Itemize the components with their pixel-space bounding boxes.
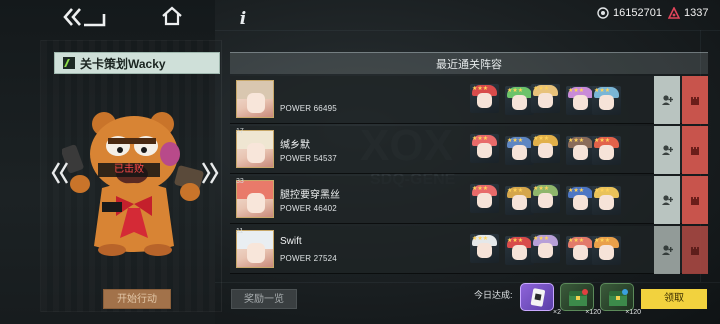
team-unit-portrait: ★★★ bbox=[470, 84, 499, 113]
double-chevron-left-icon bbox=[63, 8, 106, 27]
defeated-status: 已击败 bbox=[98, 163, 160, 177]
team-lineup: ★★★ ★★★ ★★★ ★★★ ★★★ bbox=[470, 128, 650, 172]
home-icon bbox=[162, 6, 182, 26]
team-unit-portrait: ★★★ bbox=[566, 136, 595, 165]
double-chevron-right-icon bbox=[201, 162, 219, 184]
info-button[interactable]: i bbox=[236, 10, 250, 28]
team-unit-portrait: ★★★ bbox=[592, 236, 621, 265]
add-friend-button[interactable] bbox=[654, 76, 680, 124]
daily-reward-count: ×120 bbox=[585, 309, 601, 316]
team-unit-portrait: ★★★ bbox=[505, 136, 534, 165]
add-user-icon bbox=[662, 145, 673, 155]
team-unit-portrait: ★★★ bbox=[470, 234, 499, 263]
team-unit-portrait: ★★★ bbox=[566, 86, 595, 115]
add-friend-button[interactable] bbox=[654, 226, 680, 274]
add-user-icon bbox=[662, 195, 673, 205]
player-name: 缄乡默 bbox=[280, 140, 310, 151]
prev-boss-button[interactable] bbox=[50, 160, 70, 186]
team-lineup: ★★★ ★★★ ★★★ ★★★ ★★★ bbox=[470, 228, 650, 272]
team-unit-portrait: ★★★ bbox=[505, 236, 534, 265]
team-lineup: ★★★ ★★★ ★★★ ★★★ ★★★ bbox=[470, 78, 650, 122]
team-unit-portrait: ★★★ bbox=[566, 236, 595, 265]
challenge-button[interactable] bbox=[682, 226, 708, 274]
team-unit-portrait: ★★★ bbox=[531, 134, 560, 163]
player-row: POWER 66495 ★★★ ★★★ ★★★ ★★★ ★★★ bbox=[230, 76, 708, 124]
add-user-icon bbox=[662, 95, 673, 105]
team-unit-portrait: ★★★ bbox=[531, 84, 560, 113]
player-power: POWER 54537 bbox=[280, 154, 337, 163]
rewards-list-button[interactable]: 奖励一览 bbox=[231, 289, 297, 309]
daily-progress-label: 今日达成: bbox=[474, 290, 513, 300]
team-unit-portrait: ★★★ bbox=[505, 186, 534, 215]
daily-reward-card: ×2 bbox=[520, 283, 561, 316]
player-power: POWER 27524 bbox=[280, 254, 337, 263]
daily-reward-chest: ×120 bbox=[560, 283, 601, 316]
card-icon bbox=[530, 288, 545, 307]
player-avatar bbox=[236, 80, 274, 118]
stage-title: 关卡策划Wacky bbox=[80, 56, 166, 71]
player-power: POWER 66495 bbox=[280, 104, 337, 113]
player-level: 33 bbox=[236, 178, 244, 185]
castle-icon bbox=[691, 97, 699, 105]
player-level: 11 bbox=[236, 228, 244, 235]
bg-circuit-line bbox=[215, 282, 720, 283]
add-friend-button[interactable] bbox=[654, 176, 680, 224]
team-unit-portrait: ★★★ bbox=[592, 136, 621, 165]
player-avatar bbox=[236, 180, 274, 218]
bg-circuit-line bbox=[215, 30, 720, 31]
player-avatar bbox=[236, 230, 274, 268]
stage-title-tag: 关卡策划Wacky bbox=[54, 52, 220, 74]
team-unit-portrait: ★★★ bbox=[566, 186, 595, 215]
player-row: 17 缄乡默 POWER 54537 ★★★ ★★★ ★★★ ★★★ ★★★ bbox=[230, 126, 708, 174]
boss-character bbox=[62, 112, 204, 256]
currency-red: 1337 bbox=[668, 6, 708, 20]
start-action-button[interactable]: 开始行动 bbox=[103, 289, 171, 309]
team-unit-portrait: ★★★ bbox=[470, 184, 499, 213]
back-button[interactable] bbox=[62, 6, 108, 28]
add-user-icon bbox=[662, 245, 673, 255]
player-name: Swift bbox=[280, 236, 302, 247]
recent-clears-title: 最近通关阵容 bbox=[230, 52, 708, 74]
castle-icon bbox=[691, 247, 699, 255]
team-unit-portrait: ★★★ bbox=[531, 234, 560, 263]
challenge-button[interactable] bbox=[682, 76, 708, 124]
claim-button[interactable]: 领取 bbox=[641, 289, 707, 309]
next-boss-button[interactable] bbox=[200, 160, 220, 186]
crystal-icon bbox=[597, 7, 609, 19]
double-chevron-left-icon bbox=[51, 162, 69, 184]
daily-reward-count: ×2 bbox=[553, 309, 561, 316]
castle-icon bbox=[691, 147, 699, 155]
team-unit-portrait: ★★★ bbox=[470, 134, 499, 163]
recent-clears-panel: 最近通关阵容 POWER 66495 ★★★ ★★★ ★★★ ★★★ ★★★ 17 缄乡默 PO… bbox=[230, 52, 708, 276]
player-name: 腿控要穿黑丝 bbox=[280, 190, 340, 201]
challenge-button[interactable] bbox=[682, 126, 708, 174]
team-unit-portrait: ★★★ bbox=[592, 186, 621, 215]
currency-crystal-value: 16152701 bbox=[613, 7, 662, 19]
daily-reward-chest: ×120 bbox=[600, 283, 641, 316]
green-chest-icon bbox=[569, 289, 588, 306]
daily-reward-count: ×120 bbox=[625, 309, 641, 316]
red-triangle-icon bbox=[668, 7, 680, 19]
game-screen: XOX SDQ-GENE i 16152701 1337 bbox=[0, 0, 720, 324]
add-friend-button[interactable] bbox=[654, 126, 680, 174]
team-lineup: ★★★ ★★★ ★★★ ★★★ ★★★ bbox=[470, 178, 650, 222]
team-unit-portrait: ★★★ bbox=[592, 86, 621, 115]
player-level: 17 bbox=[236, 128, 244, 135]
currency-red-value: 1337 bbox=[684, 7, 709, 19]
player-row: 11 Swift POWER 27524 ★★★ ★★★ ★★★ ★★★ ★★★ bbox=[230, 226, 708, 274]
player-avatar bbox=[236, 130, 274, 168]
home-button[interactable] bbox=[160, 5, 184, 27]
green-chest-icon bbox=[609, 289, 628, 306]
stage-flag-icon bbox=[63, 57, 75, 69]
challenge-button[interactable] bbox=[682, 176, 708, 224]
team-unit-portrait: ★★★ bbox=[505, 86, 534, 115]
player-power: POWER 46402 bbox=[280, 204, 337, 213]
castle-icon bbox=[691, 197, 699, 205]
team-unit-portrait: ★★★ bbox=[531, 184, 560, 213]
currency-crystal: 16152701 bbox=[597, 6, 662, 20]
player-row: 33 腿控要穿黑丝 POWER 46402 ★★★ ★★★ ★★★ ★★★ ★★★ bbox=[230, 176, 708, 224]
